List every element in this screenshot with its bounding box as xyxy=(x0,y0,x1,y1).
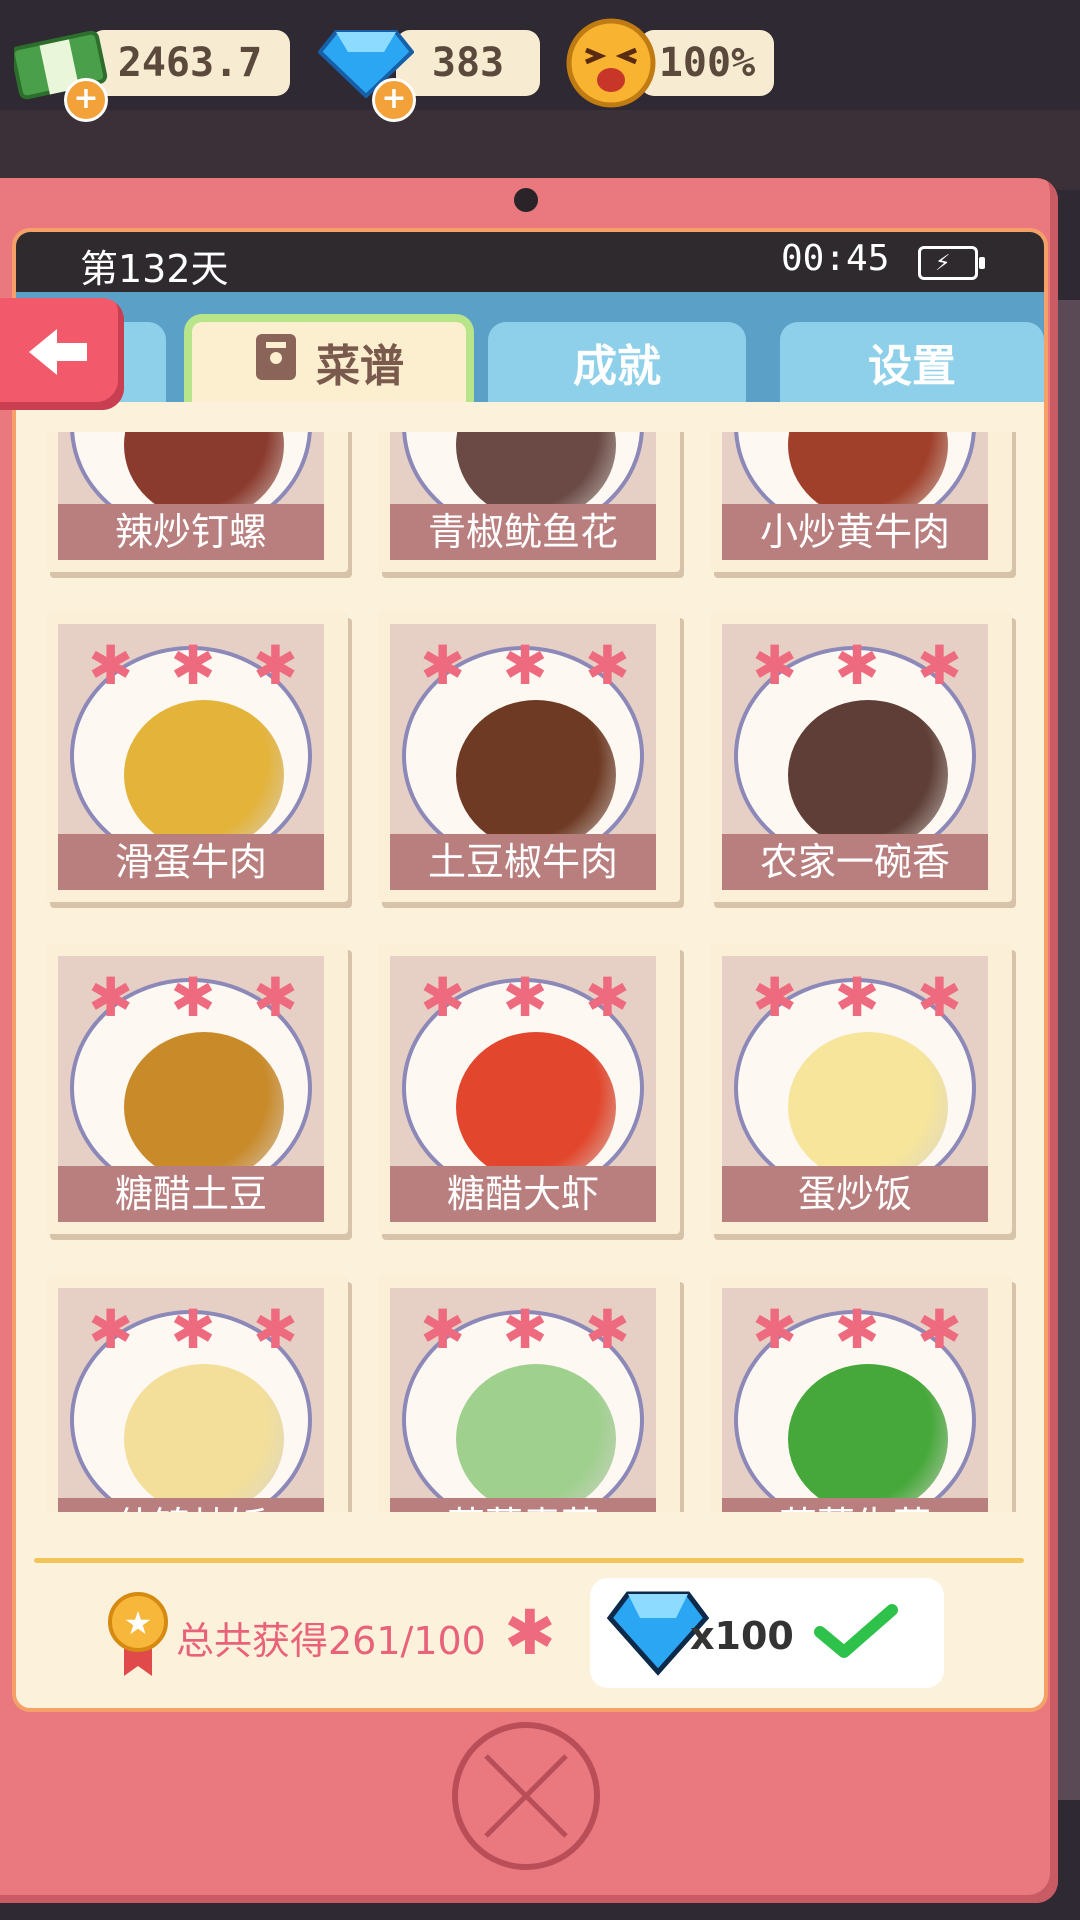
dish-image xyxy=(456,1032,616,1182)
recipe-name: 青椒鱿鱼花 xyxy=(390,504,656,560)
money-counter: 2463.7 xyxy=(90,30,290,96)
dish-image xyxy=(456,1364,616,1512)
gem-counter: 383 xyxy=(396,30,540,96)
recipe-name: 糖醋土豆 xyxy=(58,1166,324,1222)
recipe-card[interactable]: 辣炒钉螺 xyxy=(46,432,348,572)
checkmark-icon xyxy=(814,1602,898,1662)
back-button[interactable] xyxy=(0,298,124,410)
svg-text:★: ★ xyxy=(124,1604,153,1642)
reward-amount: x100 xyxy=(690,1614,794,1658)
satisfaction-counter: 100% xyxy=(640,30,774,96)
total-progress: 总共获得261/100 xyxy=(176,1619,486,1663)
tablet-camera xyxy=(514,188,538,212)
recipe-name: 辣炒钉螺 xyxy=(58,504,324,560)
recipe-name: 土豆椒牛肉 xyxy=(390,834,656,890)
clock: 00:45 xyxy=(781,238,890,279)
recipe-card[interactable]: ✱ ✱ ✱ 糖醋土豆 xyxy=(46,944,348,1234)
satisfaction-value: 100% xyxy=(658,40,756,86)
day-label: 第132天 xyxy=(80,247,229,291)
dish-image xyxy=(124,1032,284,1182)
star-rating: ✱ ✱ ✱ xyxy=(420,1298,630,1361)
tab-recipes[interactable]: 菜谱 xyxy=(184,314,474,402)
flower-icon: ✱ xyxy=(504,1596,556,1669)
reward-claim-box[interactable]: x100 xyxy=(590,1578,944,1688)
dish-image xyxy=(788,700,948,850)
recipe-card[interactable]: 青椒鱿鱼花 xyxy=(378,432,680,572)
tab-achievements[interactable]: 成就 xyxy=(488,322,746,402)
recipe-name: 什锦炒饭 xyxy=(58,1498,324,1512)
dish-image xyxy=(124,1364,284,1512)
dish-image xyxy=(124,700,284,850)
tab-recipes-label: 菜谱 xyxy=(316,341,404,392)
star-rating: ✱ ✱ ✱ xyxy=(752,1298,962,1361)
status-bar: 第132天 00:45 ⚡ xyxy=(16,232,1044,292)
recipe-card[interactable]: ✱✱✱ 什锦炒饭 xyxy=(46,1276,348,1512)
add-money-button[interactable]: + xyxy=(64,78,108,122)
money-value: 2463.7 xyxy=(117,40,263,86)
recipe-name: 小炒黄牛肉 xyxy=(722,504,988,560)
recipe-card[interactable]: ✱ ✱ ✱ 蛋炒饭 xyxy=(710,944,1012,1234)
arrow-left-icon xyxy=(29,329,89,379)
tab-settings-label: 设置 xyxy=(868,341,956,392)
divider xyxy=(34,1558,1024,1563)
recipe-name: 农家一碗香 xyxy=(722,834,988,890)
recipe-book-icon xyxy=(254,332,298,393)
recipe-card[interactable]: ✱ ✱ ✱ 土豆椒牛肉 xyxy=(378,612,680,902)
recipe-name: 蒜蓉青菜 xyxy=(390,1498,656,1512)
happy-face-icon xyxy=(566,18,656,112)
medal-icon: ★ xyxy=(108,1588,172,1682)
recipe-screen: 第132天 00:45 ⚡ 菜谱 成就 设置 辣炒钉螺 青椒鱿鱼花 小炒黄牛肉 … xyxy=(12,228,1048,1712)
star-rating: ✱ ✱ ✱ xyxy=(752,634,962,697)
recipe-card[interactable]: ✱✱✱ 蒜蓉生菜 xyxy=(710,1276,1012,1512)
recipe-name: 滑蛋牛肉 xyxy=(58,834,324,890)
star-rating: ✱ ✱ ✱ xyxy=(420,634,630,697)
tab-bar: 菜谱 成就 设置 xyxy=(16,292,1044,402)
recipe-card[interactable]: ✱ ✱ ✱ 滑蛋牛肉 xyxy=(46,612,348,902)
recipe-name: 糖醋大虾 xyxy=(390,1166,656,1222)
star-rating: ✱ ✱ ✱ xyxy=(752,966,962,1029)
battery-icon: ⚡ xyxy=(918,246,985,280)
add-gems-button[interactable]: + xyxy=(372,78,416,122)
tab-settings[interactable]: 设置 xyxy=(780,322,1044,402)
star-rating: ✱ ✱ ✱ xyxy=(88,1298,298,1361)
recipe-card[interactable]: 小炒黄牛肉 xyxy=(710,432,1012,572)
star-rating: ✱ ✱ ✱ xyxy=(420,966,630,1029)
recipe-card[interactable]: ✱ ✱ ✱ 糖醋大虾 xyxy=(378,944,680,1234)
recipe-name: 蛋炒饭 xyxy=(722,1166,988,1222)
close-button[interactable] xyxy=(452,1722,600,1870)
star-rating: ✱ ✱ ✱ xyxy=(88,634,298,697)
close-icon xyxy=(484,1754,568,1838)
dish-image xyxy=(788,1032,948,1182)
recipe-card[interactable]: ✱ ✱ ✱ 农家一碗香 xyxy=(710,612,1012,902)
recipe-card[interactable]: ✱✱✱ 蒜蓉青菜 xyxy=(378,1276,680,1512)
recipe-name: 蒜蓉生菜 xyxy=(722,1498,988,1512)
recipe-grid: 辣炒钉螺 青椒鱿鱼花 小炒黄牛肉 ✱ ✱ ✱ 滑蛋牛肉 ✱ ✱ ✱ 土豆椒牛肉 ✱ ✱ ✱ 农家一… xyxy=(16,432,1044,1512)
dish-image xyxy=(788,1364,948,1512)
dish-image xyxy=(456,700,616,850)
tab-achievements-label: 成就 xyxy=(573,341,661,392)
star-rating: ✱ ✱ ✱ xyxy=(88,966,298,1029)
gem-value: 383 xyxy=(431,40,505,86)
